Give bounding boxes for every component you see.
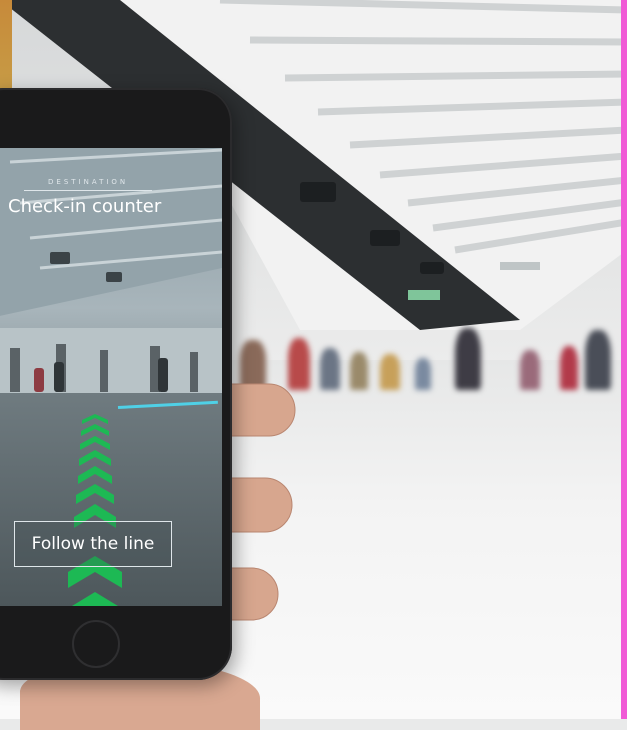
terminal-crowd — [0, 328, 222, 398]
follow-the-line-button[interactable]: Follow the line — [14, 521, 172, 567]
destination-value: Check-in counter — [8, 196, 162, 217]
destination-label: DESTINATION — [48, 178, 129, 186]
terminal-view — [0, 148, 222, 316]
guide-arrows — [68, 414, 122, 606]
pink-border — [621, 0, 627, 719]
home-button[interactable] — [72, 620, 120, 668]
destination-divider — [24, 190, 152, 191]
